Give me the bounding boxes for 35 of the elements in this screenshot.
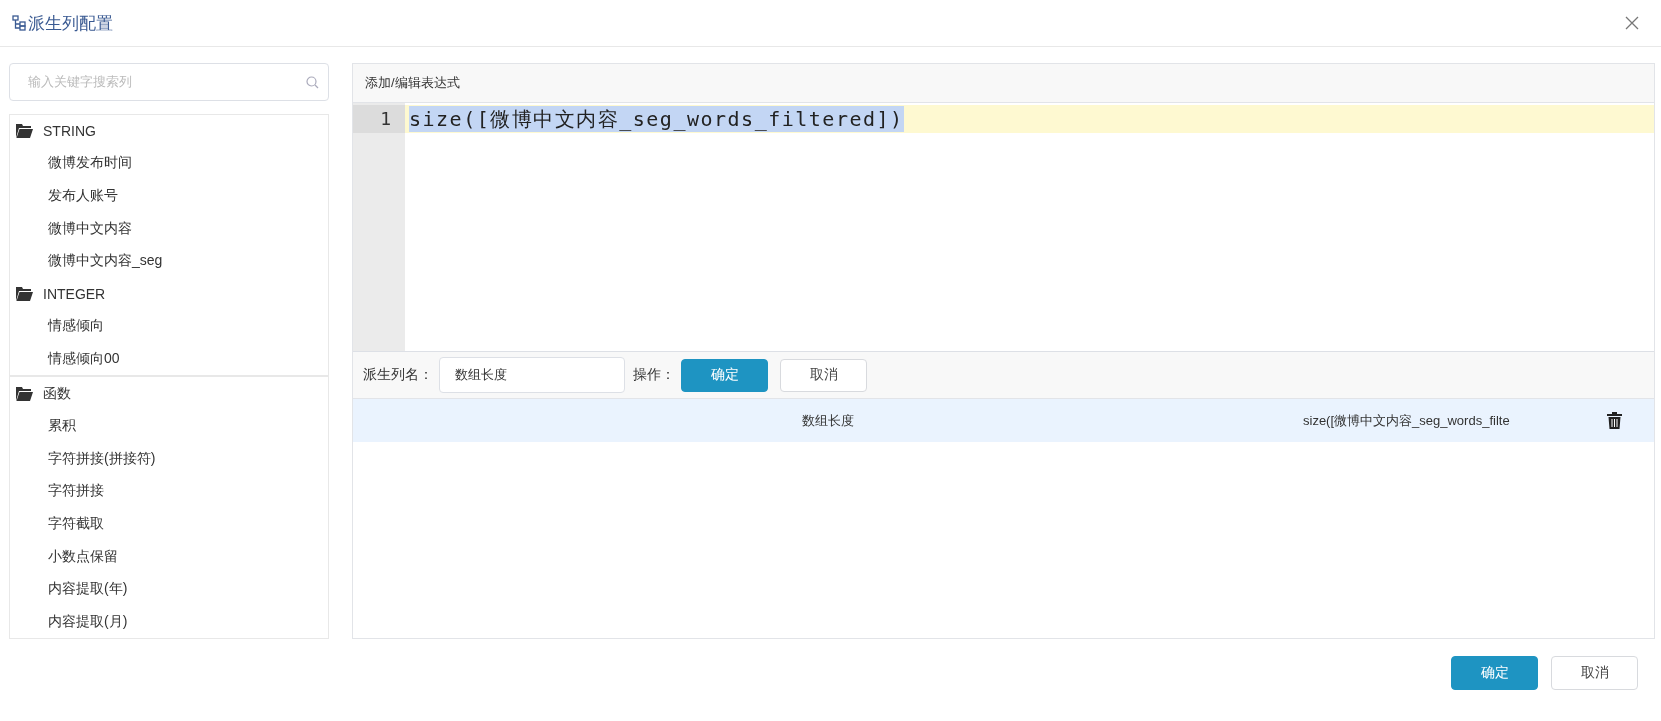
section-heading: 添加/编辑表达式 — [365, 74, 460, 92]
folder-icon — [16, 123, 33, 138]
tree-item[interactable]: 情感倾向 — [10, 310, 104, 343]
cancel-button[interactable]: 取消 — [780, 358, 867, 392]
tree-item[interactable]: 微博中文内容 — [10, 212, 132, 245]
folder-icon — [16, 286, 33, 301]
tree-item[interactable]: 发布人账号 — [10, 179, 118, 213]
tree-item[interactable]: 字符拼接 — [10, 475, 104, 508]
tree-item[interactable]: 字符截取 — [10, 507, 104, 541]
trash-icon[interactable] — [1607, 412, 1622, 429]
tree-item[interactable]: 累积 — [10, 409, 76, 443]
tree-item[interactable]: 小数点保留 — [10, 540, 118, 573]
close-icon[interactable] — [1625, 16, 1639, 30]
field-label: 操作： — [633, 366, 675, 384]
tree-icon — [12, 15, 26, 31]
cancel-button[interactable]: 取消 — [1551, 656, 1638, 690]
table-row[interactable]: 数组长度 size([微博中文内容_seg_words_filte — [353, 399, 1654, 442]
field-label: 派生列名： — [363, 366, 433, 384]
tree-item[interactable]: 微博发布时间 — [10, 147, 132, 180]
tree-group[interactable]: STRING — [43, 122, 96, 139]
table-cell-text: 数组长度 — [801, 411, 855, 430]
name-field[interactable]: 数组长度 — [439, 357, 625, 393]
table-cell-text: size([微博中文内容_seg_words_filte — [1303, 411, 1511, 430]
tree-item[interactable]: 内容提取(年) — [10, 572, 128, 606]
tree-item[interactable]: 微博中文内容_seg — [10, 244, 163, 278]
search-field[interactable]: 输入关键字搜索列 — [9, 63, 329, 101]
folder-icon — [16, 386, 33, 401]
dialog-title: 派生列配置 — [28, 12, 113, 35]
line-number: 1 — [353, 105, 405, 133]
tree-group[interactable]: INTEGER — [43, 285, 106, 302]
tree-group[interactable]: 函数 — [43, 384, 71, 403]
tree-item[interactable]: 内容提取(月) — [10, 605, 128, 638]
search-icon[interactable] — [306, 76, 319, 89]
tree-item[interactable]: 字符拼接(拼接符) — [10, 442, 156, 476]
tree-item[interactable]: 情感倾向00 — [10, 342, 120, 376]
